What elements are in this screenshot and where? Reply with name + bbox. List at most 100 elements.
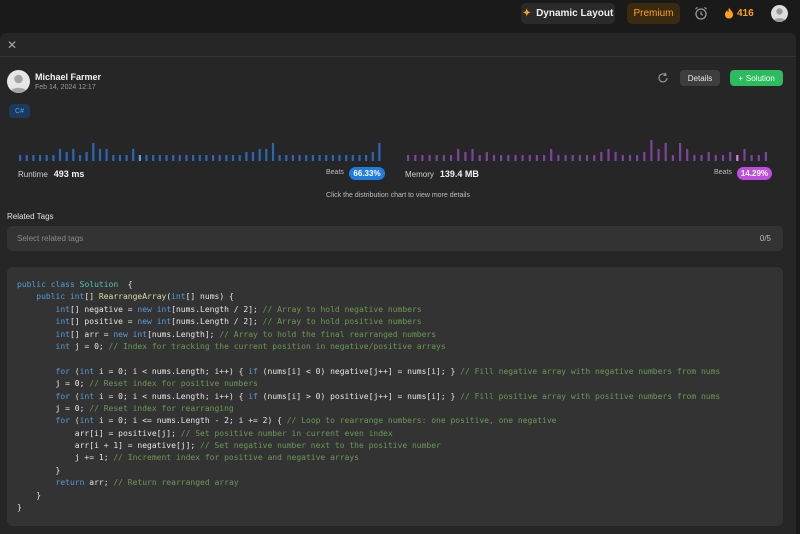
memory-bar: [521, 155, 524, 161]
memory-bar: [457, 149, 460, 161]
memory-bar: [492, 155, 496, 161]
memory-bar: [535, 155, 538, 161]
runtime-bar: [231, 155, 235, 161]
runtime-bar: [345, 155, 348, 161]
memory-value: 139.4 MB: [439, 169, 479, 179]
code-line: return arr; // Return rearranged array: [55, 478, 239, 488]
memory-bar: [679, 143, 682, 161]
runtime-bar: [165, 155, 168, 161]
top-bar: ✦ Dynamic Layout Premium 416: [0, 0, 800, 28]
runtime-bar: [305, 155, 308, 161]
runtime-bar: [78, 155, 82, 161]
runtime-bar: [152, 155, 155, 161]
memory-bar: [600, 152, 603, 161]
runtime-bar: [185, 155, 188, 161]
runtime-bar: [291, 155, 294, 161]
memory-bar: [414, 155, 417, 161]
runtime-bar: [145, 155, 148, 161]
memory-bar: [736, 155, 739, 161]
author-name[interactable]: Michael Farmer: [35, 72, 101, 82]
runtime-bar: [285, 155, 288, 161]
memory-bar: [407, 155, 410, 161]
runtime-bar: [39, 155, 42, 161]
runtime-bar: [192, 155, 195, 161]
streak-counter[interactable]: 416: [724, 5, 754, 21]
dynamic-layout-label: Dynamic Layout: [536, 8, 614, 19]
runtime-value: 493 ms: [53, 169, 85, 179]
runtime-bar: [351, 155, 354, 161]
runtime-bar: [105, 149, 108, 161]
language-tag[interactable]: C#: [9, 104, 30, 118]
tags-placeholder: Select related tags: [17, 234, 84, 243]
memory-bar: [557, 155, 560, 161]
memory-stat: Memory 139.4 MB: [405, 169, 479, 179]
memory-bar: [571, 155, 574, 161]
memory-bar: [607, 149, 610, 161]
memory-bar: [614, 152, 617, 161]
code-line: for (int i = 0; i < nums.Length; i++) { …: [55, 391, 721, 401]
runtime-beats-label: Beats: [326, 169, 344, 176]
user-avatar[interactable]: [771, 5, 788, 22]
runtime-bar: [251, 152, 255, 161]
runtime-bar: [118, 155, 121, 161]
memory-bar: [764, 152, 767, 161]
memory-bar: [593, 155, 596, 161]
memory-bar: [636, 155, 639, 161]
memory-bar: [514, 155, 517, 161]
post-solution-button[interactable]: + Solution: [730, 70, 783, 86]
memory-bar: [478, 155, 481, 161]
runtime-bar: [112, 155, 115, 161]
code-line: for (int i = 0; i <= nums.Length - 2; i …: [55, 416, 557, 426]
runtime-bar: [225, 155, 228, 161]
memory-bar: [435, 155, 438, 161]
runtime-bar: [25, 155, 28, 161]
code-line: arr[i] = positive[j]; // Set positive nu…: [17, 428, 393, 438]
distribution-chart[interactable]: [0, 125, 796, 165]
code-line: j = 0; // Reset index for positive numbe…: [17, 379, 258, 389]
runtime-bar: [278, 155, 281, 161]
related-tags-input[interactable]: Select related tags 0/5: [7, 226, 783, 251]
memory-bar: [664, 143, 667, 161]
runtime-bar: [125, 155, 128, 161]
runtime-bar: [158, 155, 161, 161]
runtime-bar: [52, 155, 55, 161]
tags-count: 0/5: [759, 234, 771, 243]
sparkle-icon: ✦: [522, 8, 532, 19]
memory-beats-label: Beats: [714, 169, 732, 176]
memory-bar: [714, 155, 717, 161]
memory-bar: [729, 152, 732, 161]
memory-bar: [464, 152, 467, 161]
memory-bar: [707, 152, 710, 161]
author-avatar[interactable]: [7, 70, 30, 93]
memory-bar: [650, 140, 653, 161]
memory-bar: [564, 155, 567, 161]
dynamic-layout-button[interactable]: ✦ Dynamic Layout: [521, 3, 615, 24]
code-block[interactable]: public class Solution { public int[] Rea…: [7, 267, 783, 526]
memory-label: Memory: [405, 170, 434, 179]
memory-bar: [421, 155, 424, 161]
memory-bar: [528, 155, 531, 161]
runtime-stat: Runtime 493 ms: [18, 169, 84, 179]
runtime-bar: [265, 149, 268, 161]
runtime-bar: [371, 152, 374, 161]
refresh-icon[interactable]: [657, 72, 669, 84]
plus-icon: +: [738, 73, 743, 83]
runtime-bar: [19, 155, 22, 161]
distribution-hint: Click the distribution chart to view mor…: [326, 192, 470, 199]
header-divider: [0, 56, 796, 57]
details-button[interactable]: Details: [680, 70, 720, 86]
runtime-bar: [258, 149, 261, 161]
premium-button[interactable]: Premium: [627, 3, 680, 24]
runtime-bar: [58, 149, 62, 161]
alarm-clock-icon[interactable]: [693, 5, 709, 21]
memory-bar: [721, 155, 725, 161]
close-icon[interactable]: ✕: [7, 39, 17, 51]
code-line: public int[] RearrangeArray(int[] nums) …: [36, 292, 234, 302]
code-content: public class Solution { public int[] Rea…: [17, 279, 720, 514]
memory-bar: [757, 155, 760, 161]
memory-bar: [442, 155, 445, 161]
memory-bar: [628, 155, 632, 161]
runtime-bar: [238, 155, 241, 161]
related-tags-title: Related Tags: [7, 212, 54, 221]
